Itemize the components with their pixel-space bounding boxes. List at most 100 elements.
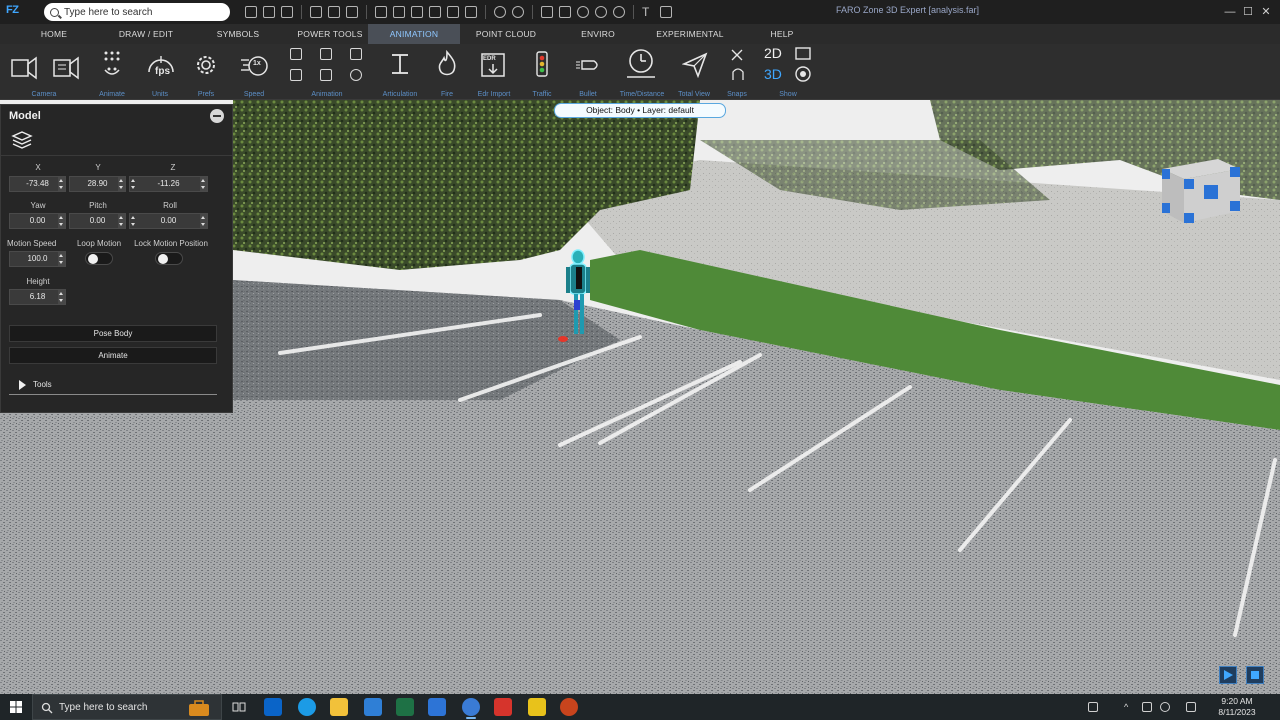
undo-icon[interactable] [494, 6, 506, 18]
play-button[interactable] [1219, 666, 1237, 684]
z-input[interactable]: -11.26 [129, 176, 208, 192]
red-app-icon[interactable] [494, 698, 512, 716]
zoom-search-icon[interactable] [613, 6, 625, 18]
text-tool-icon[interactable]: T [642, 6, 654, 18]
ribbon-group-speed[interactable]: 1x Speed [234, 44, 274, 100]
spin-arrows-icon[interactable] [130, 214, 136, 228]
send-icon[interactable] [447, 6, 459, 18]
zoom-extents-icon[interactable] [541, 6, 553, 18]
edge-icon[interactable] [298, 698, 316, 716]
pose-body-button[interactable]: Pose Body [9, 325, 217, 342]
tools-expander[interactable]: Tools [9, 375, 217, 395]
print-icon[interactable] [375, 6, 387, 18]
cloud-icon[interactable] [429, 6, 441, 18]
file-explorer-icon[interactable] [330, 698, 348, 716]
collapse-panel-button[interactable] [210, 109, 224, 123]
spin-arrows-icon[interactable] [200, 177, 207, 191]
ribbon-group-fire[interactable]: Fire [428, 44, 466, 100]
animate-button[interactable]: Animate [9, 347, 217, 364]
spin-arrows-icon[interactable] [58, 214, 65, 228]
tab-experimental[interactable]: EXPERIMENTAL [644, 24, 736, 44]
maximize-button[interactable]: ☐ [1240, 4, 1256, 20]
export-icon[interactable] [393, 6, 405, 18]
spin-arrows-icon[interactable] [118, 214, 125, 228]
show-icon[interactable] [794, 46, 814, 82]
motion-speed-input[interactable]: 100.0 [9, 251, 66, 267]
ribbon-group-time-distance[interactable]: Time/Distance [614, 44, 670, 100]
faro-zone-icon[interactable] [462, 698, 480, 716]
title-search-box[interactable]: Type here to search [44, 3, 230, 21]
minimize-button[interactable]: — [1222, 4, 1238, 20]
app-cube-icon[interactable] [364, 698, 382, 716]
navigation-cube[interactable] [1160, 155, 1242, 225]
camera-snapshot-icon[interactable] [465, 6, 477, 18]
chevron-up-icon[interactable]: ^ [1124, 702, 1134, 712]
paste-icon[interactable] [346, 6, 358, 18]
volume-icon[interactable] [1186, 702, 1196, 712]
taskbar-search-box[interactable]: Type here to search [32, 694, 222, 720]
tab-enviro[interactable]: ENVIRO [552, 24, 644, 44]
play-forward-icon[interactable] [290, 48, 302, 60]
pause-icon[interactable] [320, 48, 332, 60]
ribbon-group-edr-import[interactable]: EDR Edr Import [472, 44, 516, 100]
loop-motion-toggle[interactable] [85, 252, 113, 265]
new-file-icon[interactable] [245, 6, 257, 18]
zoom-in-icon[interactable] [577, 6, 589, 18]
roll-input[interactable]: 0.00 [129, 213, 208, 229]
copy-icon[interactable] [328, 6, 340, 18]
layers-icon[interactable] [11, 130, 33, 150]
taskbar-date[interactable]: 8/11/2023 [1208, 707, 1266, 717]
tab-animation[interactable]: ANIMATION [368, 24, 460, 44]
x-input[interactable]: -73.48 [9, 176, 66, 192]
spin-arrows-icon[interactable] [58, 290, 65, 304]
zoom-window-icon[interactable] [559, 6, 571, 18]
zoom-out-icon[interactable] [595, 6, 607, 18]
step-forward-icon[interactable] [320, 69, 332, 81]
spin-arrows-icon[interactable] [130, 177, 136, 191]
outlook-icon[interactable] [264, 698, 282, 716]
wifi-icon[interactable] [1160, 702, 1170, 712]
keyboard-icon[interactable] [1088, 702, 1098, 712]
spin-arrows-icon[interactable] [58, 252, 65, 266]
ribbon-group-traffic[interactable]: Traffic [524, 44, 560, 100]
yaw-input[interactable]: 0.00 [9, 213, 66, 229]
clear-icon[interactable] [660, 6, 672, 18]
frame-icon[interactable] [350, 48, 362, 60]
taskbar-time[interactable]: 9:20 AM [1208, 696, 1266, 706]
record-icon[interactable] [350, 69, 362, 81]
close-button[interactable]: ✕ [1258, 4, 1274, 20]
ribbon-group-snaps[interactable]: Snaps [722, 44, 752, 100]
spin-arrows-icon[interactable] [58, 177, 65, 191]
stop-button[interactable] [1246, 666, 1264, 684]
ribbon-group-camera[interactable]: Camera [4, 44, 84, 100]
show-2d-button[interactable]: 2D [764, 45, 782, 61]
lock-motion-toggle[interactable] [155, 252, 183, 265]
ribbon-group-bullet[interactable]: Bullet [568, 44, 608, 100]
redo-icon[interactable] [512, 6, 524, 18]
height-input[interactable]: 6.18 [9, 289, 66, 305]
tab-symbols[interactable]: SYMBOLS [184, 24, 292, 44]
open-file-icon[interactable] [263, 6, 275, 18]
save-icon[interactable] [281, 6, 293, 18]
r-app-icon[interactable] [428, 698, 446, 716]
tab-power-tools[interactable]: POWER TOOLS [292, 24, 368, 44]
ribbon-group-units[interactable]: fps Units [142, 44, 178, 100]
powerpoint-icon[interactable] [560, 698, 578, 716]
task-view-icon[interactable] [232, 701, 246, 713]
battery-icon[interactable] [1142, 702, 1152, 712]
ribbon-group-prefs[interactable]: Prefs [188, 44, 224, 100]
show-3d-button[interactable]: 3D [764, 66, 782, 82]
settings-icon[interactable] [411, 6, 423, 18]
y-input[interactable]: 28.90 [69, 176, 126, 192]
tab-help[interactable]: HELP [736, 24, 828, 44]
ribbon-group-articulation[interactable]: Articulation [380, 44, 420, 100]
ribbon-group-animate[interactable]: Animate [92, 44, 132, 100]
warning-app-icon[interactable] [528, 698, 546, 716]
spin-arrows-icon[interactable] [200, 214, 207, 228]
excel-icon[interactable] [396, 698, 414, 716]
windows-start-icon[interactable] [10, 701, 22, 713]
cut-icon[interactable] [310, 6, 322, 18]
tab-home[interactable]: HOME [0, 24, 108, 44]
tab-draw-edit[interactable]: DRAW / EDIT [108, 24, 184, 44]
tab-point-cloud[interactable]: POINT CLOUD [460, 24, 552, 44]
